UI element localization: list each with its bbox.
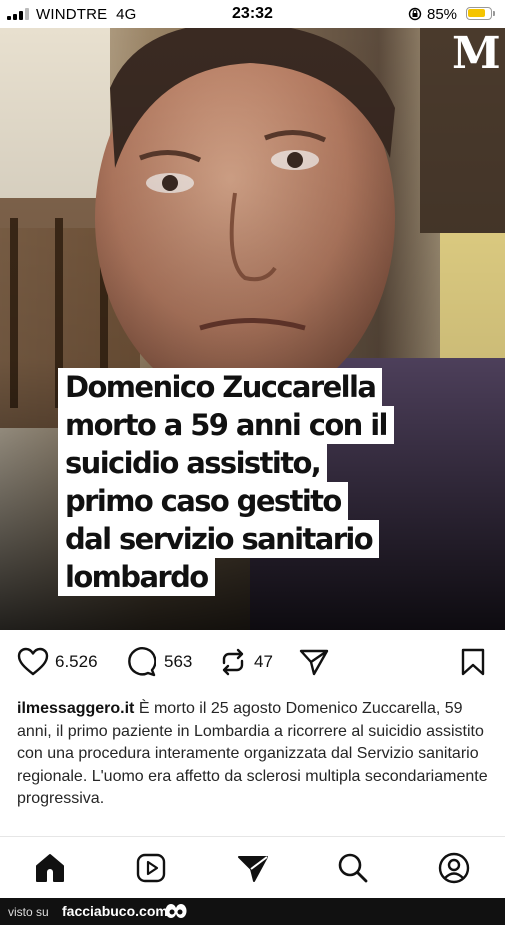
save-action[interactable] bbox=[460, 647, 486, 677]
rotation-lock-icon bbox=[408, 7, 422, 21]
battery-icon bbox=[466, 7, 495, 20]
publisher-logo: M bbox=[452, 28, 501, 79]
headline-line: suicidio assistito, bbox=[58, 444, 328, 482]
watermark-prefix: visto su bbox=[8, 905, 49, 919]
reels-icon[interactable] bbox=[135, 852, 167, 884]
repost-icon[interactable] bbox=[218, 647, 248, 677]
watermark-site: facciabuco.com bbox=[62, 903, 168, 919]
tab-home[interactable] bbox=[33, 851, 67, 885]
battery-fill bbox=[468, 9, 485, 17]
like-count[interactable]: 6.526 bbox=[55, 652, 98, 672]
eyes-icon bbox=[165, 904, 187, 918]
caption-username[interactable]: ilmessaggero.it bbox=[17, 700, 134, 717]
search-icon[interactable] bbox=[337, 852, 369, 884]
headline-line: primo caso gestito bbox=[58, 482, 348, 520]
share-action[interactable] bbox=[298, 647, 330, 677]
profile-icon[interactable] bbox=[438, 852, 470, 884]
comment-action[interactable]: 563 bbox=[126, 647, 192, 677]
repost-action[interactable]: 47 bbox=[218, 647, 273, 677]
watermark-bar: visto su facciabuco.com bbox=[0, 898, 505, 925]
repost-count[interactable]: 47 bbox=[254, 652, 273, 672]
comment-count[interactable]: 563 bbox=[164, 652, 192, 672]
bottom-tab-bar bbox=[0, 836, 505, 899]
tab-profile[interactable] bbox=[437, 851, 471, 885]
heart-icon[interactable] bbox=[17, 647, 49, 677]
tab-reels[interactable] bbox=[134, 851, 168, 885]
bookmark-icon[interactable] bbox=[460, 647, 486, 677]
battery-percent: 85% bbox=[427, 6, 458, 23]
home-icon[interactable] bbox=[34, 852, 66, 884]
headline-line: dal servizio sanitario bbox=[58, 520, 380, 558]
post-caption: ilmessaggero.it È morto il 25 agosto Dom… bbox=[17, 698, 489, 811]
status-bar: WINDTRE 4G 23:32 85% bbox=[0, 0, 505, 28]
headline-line: Domenico Zuccarella bbox=[58, 368, 383, 406]
headline-line: morto a 59 anni con il bbox=[58, 406, 394, 444]
headline: Domenico Zuccarella morto a 59 anni con i… bbox=[58, 368, 438, 596]
comment-bubble-icon[interactable] bbox=[126, 647, 156, 677]
post-image[interactable]: M Domenico Zuccarella morto a 59 anni con… bbox=[0, 28, 505, 630]
tab-search[interactable] bbox=[336, 851, 370, 885]
send-icon[interactable] bbox=[298, 647, 330, 677]
tab-messages[interactable] bbox=[236, 851, 270, 885]
post-actions: 6.526 563 47 bbox=[0, 640, 505, 686]
like-action[interactable]: 6.526 bbox=[17, 647, 98, 677]
headline-line: lombardo bbox=[58, 558, 215, 596]
send-icon[interactable] bbox=[237, 852, 269, 884]
